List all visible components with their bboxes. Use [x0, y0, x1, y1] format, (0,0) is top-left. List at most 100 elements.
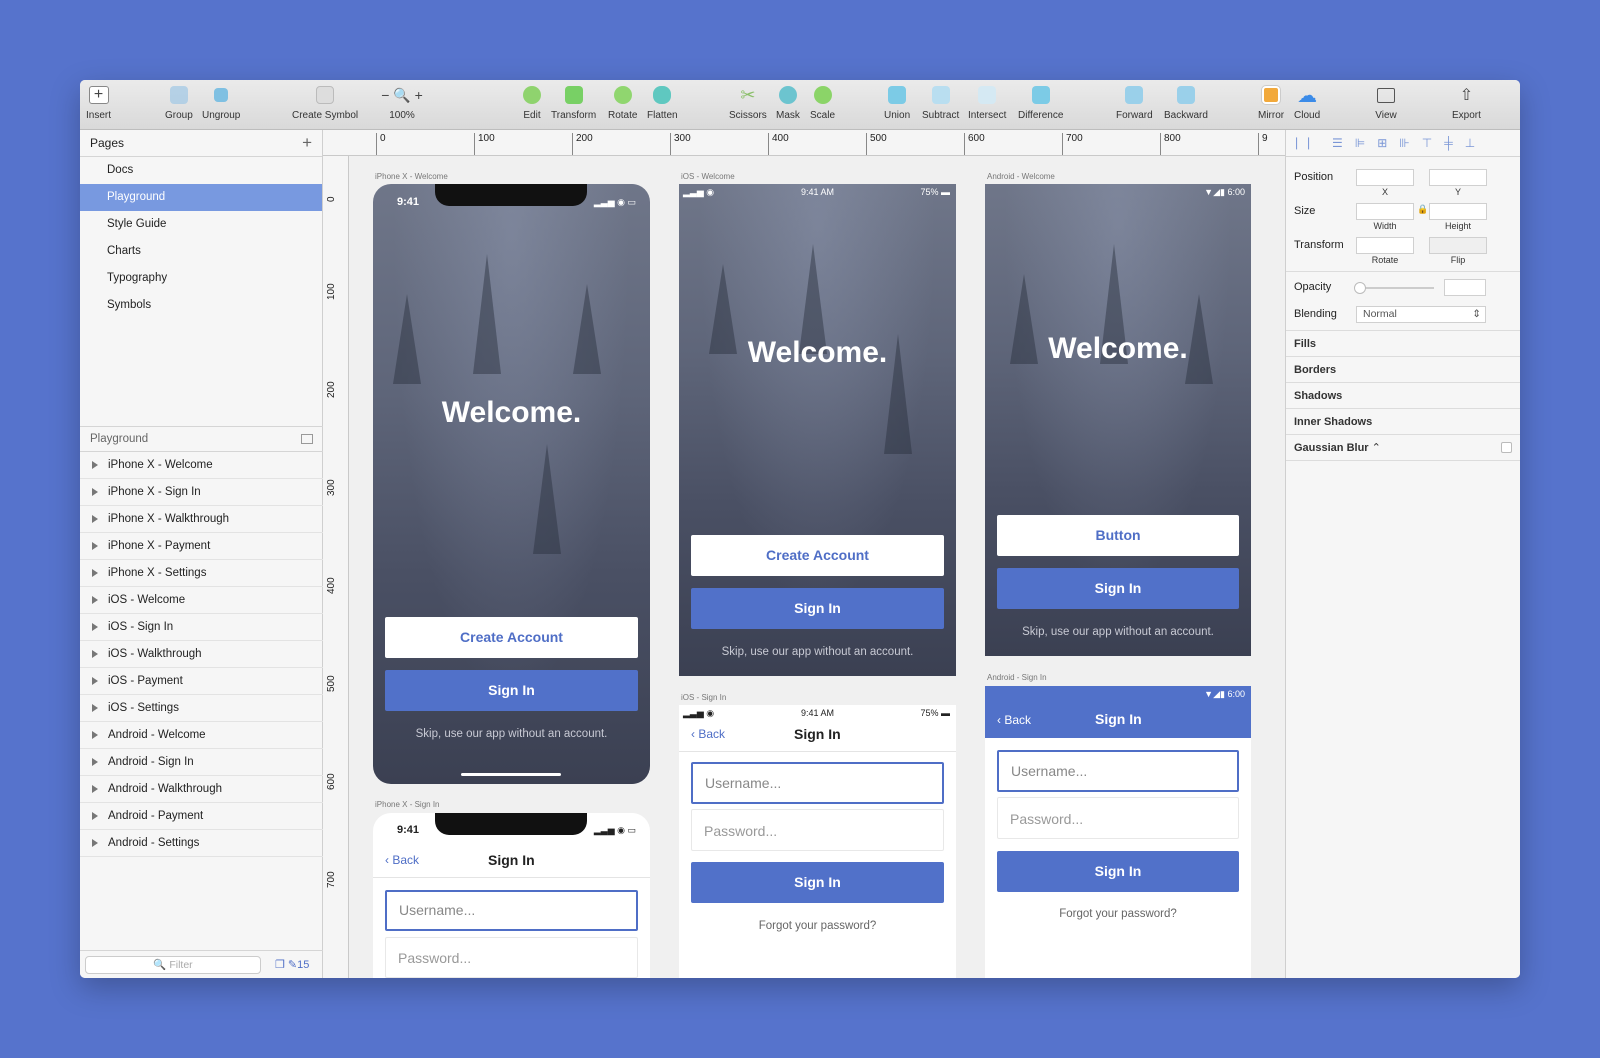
- password-input[interactable]: Password...: [997, 797, 1239, 839]
- scissors-button[interactable]: ✂ Scissors: [729, 84, 767, 122]
- difference-button[interactable]: Difference: [1018, 84, 1063, 121]
- scale-button[interactable]: Scale: [810, 84, 835, 121]
- rotate-input[interactable]: [1356, 237, 1414, 254]
- mirror-button[interactable]: Mirror: [1258, 84, 1284, 121]
- align-end-icon[interactable]: ⊪: [1399, 136, 1409, 150]
- create-account-button[interactable]: Create Account: [691, 535, 944, 576]
- username-input[interactable]: Username...: [385, 890, 638, 931]
- password-input[interactable]: Password...: [691, 809, 944, 851]
- artboard-android-signin[interactable]: ▼◢▮ 6:00 ‹ Back Sign In Username... Pass…: [985, 686, 1251, 978]
- create-symbol-button[interactable]: Create Symbol: [292, 84, 358, 121]
- page-item[interactable]: Charts: [80, 238, 322, 265]
- skip-link[interactable]: Skip, use our app without an account.: [373, 728, 650, 740]
- artboard-iphonex-welcome[interactable]: 9:41 ▂▃▅ ◉ ▭ Welcome. Create Account Sig…: [373, 184, 650, 784]
- mask-button[interactable]: Mask: [776, 84, 800, 121]
- password-input[interactable]: Password...: [385, 937, 638, 978]
- blending-select[interactable]: Normal ⇕: [1356, 306, 1486, 323]
- canvas[interactable]: iPhone X - Welcome 9:41 ▂▃▅ ◉ ▭ Welcome.…: [349, 156, 1285, 978]
- ungroup-button[interactable]: Ungroup: [202, 84, 240, 121]
- layer-item[interactable]: iOS - Walkthrough: [80, 641, 323, 668]
- sign-in-button[interactable]: Sign In: [997, 568, 1239, 609]
- align-center-icon[interactable]: ⊞: [1377, 136, 1387, 150]
- align-start-icon[interactable]: ⊫: [1355, 136, 1365, 150]
- height-input[interactable]: [1429, 203, 1487, 220]
- back-button[interactable]: ‹ Back: [385, 853, 419, 867]
- layer-item[interactable]: iOS - Payment: [80, 668, 323, 695]
- layer-item[interactable]: Android - Sign In: [80, 749, 323, 776]
- view-button[interactable]: View: [1375, 84, 1397, 121]
- layer-item[interactable]: iPhone X - Settings: [80, 560, 323, 587]
- union-button[interactable]: Union: [884, 84, 910, 121]
- layer-item[interactable]: iOS - Sign In: [80, 614, 323, 641]
- page-item[interactable]: Symbols: [80, 292, 322, 319]
- forgot-password-link[interactable]: Forgot your password?: [679, 920, 956, 932]
- export-button[interactable]: ⇧ Export: [1452, 84, 1481, 121]
- page-item[interactable]: Playground: [80, 184, 322, 211]
- cloud-button[interactable]: ☁ Cloud: [1294, 84, 1320, 122]
- page-item[interactable]: Docs: [80, 157, 322, 184]
- align-top-icon[interactable]: ⊤: [1422, 136, 1432, 150]
- sign-in-button[interactable]: Sign In: [691, 588, 944, 629]
- button[interactable]: Button: [997, 515, 1239, 556]
- sign-in-button[interactable]: Sign In: [691, 862, 944, 903]
- align-middle-icon[interactable]: ╪: [1444, 136, 1453, 150]
- rotate-button[interactable]: Rotate: [608, 84, 637, 121]
- align-left-icon[interactable]: ⎸⎸: [1296, 136, 1320, 151]
- opacity-slider-handle[interactable]: [1354, 282, 1366, 294]
- filter-input[interactable]: 🔍 Filter: [85, 955, 261, 974]
- add-page-icon[interactable]: +: [302, 133, 312, 153]
- forgot-password-link[interactable]: Forgot your password?: [985, 908, 1251, 920]
- edit-button[interactable]: Edit: [521, 84, 543, 121]
- transform-button[interactable]: Transform: [551, 84, 596, 121]
- layer-item[interactable]: Android - Payment: [80, 803, 323, 830]
- layer-item[interactable]: iPhone X - Sign In: [80, 479, 323, 506]
- insert-button[interactable]: + Insert: [86, 84, 111, 121]
- forward-button[interactable]: Forward: [1116, 84, 1153, 121]
- opacity-slider[interactable]: [1356, 287, 1434, 289]
- shadows-section[interactable]: Shadows: [1286, 383, 1520, 409]
- back-button[interactable]: ‹ Back: [997, 713, 1031, 727]
- distribute-icon[interactable]: ☰: [1332, 136, 1343, 150]
- subtract-button[interactable]: Subtract: [922, 84, 959, 121]
- y-input[interactable]: [1429, 169, 1487, 186]
- page-item[interactable]: Style Guide: [80, 211, 322, 238]
- layer-item[interactable]: iPhone X - Welcome: [80, 452, 323, 479]
- borders-section[interactable]: Borders: [1286, 357, 1520, 383]
- artboard-android-welcome[interactable]: ▼◢▮ 6:00 Welcome. Button Sign In Skip, u…: [985, 184, 1251, 656]
- back-button[interactable]: ‹ Back: [691, 727, 725, 741]
- flip-buttons[interactable]: [1429, 237, 1487, 254]
- fills-section[interactable]: Fills: [1286, 331, 1520, 357]
- create-account-button[interactable]: Create Account: [385, 617, 638, 658]
- align-bottom-icon[interactable]: ⊥: [1465, 136, 1475, 150]
- layer-item[interactable]: Android - Welcome: [80, 722, 323, 749]
- username-input[interactable]: Username...: [691, 762, 944, 804]
- lock-icon[interactable]: 🔒: [1417, 204, 1428, 215]
- intersect-button[interactable]: Intersect: [968, 84, 1006, 121]
- sign-in-button[interactable]: Sign In: [997, 851, 1239, 892]
- inner-shadows-section[interactable]: Inner Shadows: [1286, 409, 1520, 435]
- gaussian-blur-section[interactable]: Gaussian Blur ⌃: [1286, 435, 1520, 461]
- blur-checkbox[interactable]: [1501, 442, 1512, 453]
- layer-item[interactable]: Android - Walkthrough: [80, 776, 323, 803]
- group-button[interactable]: Group: [165, 84, 193, 121]
- skip-link[interactable]: Skip, use our app without an account.: [679, 646, 956, 658]
- layer-item[interactable]: Android - Settings: [80, 830, 323, 857]
- flatten-button[interactable]: Flatten: [647, 84, 678, 121]
- artboard-ios-signin[interactable]: ▂▃▅ ◉ 9:41 AM 75% ▬ ‹ Back Sign In Usern…: [679, 705, 956, 978]
- x-input[interactable]: [1356, 169, 1414, 186]
- zoom-control[interactable]: − 🔍 + 100%: [374, 84, 430, 122]
- page-item[interactable]: Typography: [80, 265, 322, 292]
- artboard-iphonex-signin[interactable]: 9:41 ▂▃▅ ◉ ▭ ‹ Back Sign In Username... …: [373, 813, 650, 978]
- width-input[interactable]: [1356, 203, 1414, 220]
- opacity-input[interactable]: [1444, 279, 1486, 296]
- layer-item[interactable]: iOS - Settings: [80, 695, 323, 722]
- collapse-icon[interactable]: [301, 434, 313, 444]
- artboard-ios-welcome[interactable]: ▂▃▅ ◉ 9:41 AM 75% ▬ Welcome. Create Acco…: [679, 184, 956, 676]
- sign-in-button[interactable]: Sign In: [385, 670, 638, 711]
- username-input[interactable]: Username...: [997, 750, 1239, 792]
- layer-item[interactable]: iPhone X - Payment: [80, 533, 323, 560]
- layer-item[interactable]: iPhone X - Walkthrough: [80, 506, 323, 533]
- layer-item[interactable]: iOS - Welcome: [80, 587, 323, 614]
- backward-button[interactable]: Backward: [1164, 84, 1208, 121]
- skip-link[interactable]: Skip, use our app without an account.: [985, 626, 1251, 638]
